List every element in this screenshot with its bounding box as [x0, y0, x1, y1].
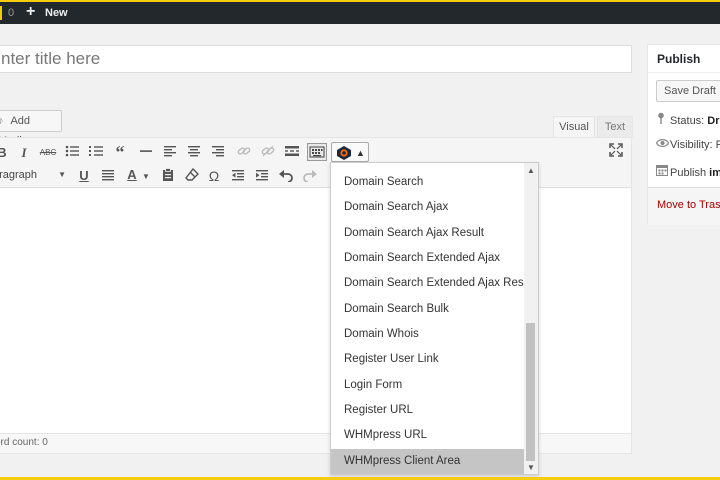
publish-value: im: [709, 167, 720, 179]
eye-icon: [655, 138, 670, 151]
menu-item-whmpress-client-area[interactable]: WHMpress Client Area: [331, 449, 525, 474]
indent-icon[interactable]: [253, 169, 271, 181]
publish-box: Publish Save Draft Status: Dr Visibility…: [647, 44, 720, 225]
align-left-icon[interactable]: [161, 145, 179, 157]
outdent-icon[interactable]: [229, 169, 247, 181]
paste-as-text-icon[interactable]: [159, 168, 177, 182]
blockquote-icon[interactable]: “: [111, 143, 129, 161]
align-center-icon[interactable]: [185, 145, 203, 157]
status-value: Dr: [707, 115, 720, 127]
horizontal-rule-icon[interactable]: [137, 145, 155, 157]
menu-item-domain-search[interactable]: Domain Search: [331, 170, 525, 195]
menu-item-domain-whois[interactable]: Domain Whois: [331, 322, 525, 347]
special-character-icon[interactable]: Ω: [205, 168, 223, 184]
format-select[interactable]: aragraph ▼: [0, 166, 68, 184]
menu-item-login-form[interactable]: Login Form: [331, 373, 525, 398]
scroll-down-icon[interactable]: ▼: [527, 463, 535, 473]
status-label: Status:: [670, 115, 708, 127]
fullscreen-icon[interactable]: [609, 143, 623, 160]
scroll-up-icon[interactable]: ▲: [527, 166, 535, 176]
menu-item-domain-search-ajax-result[interactable]: Domain Search Ajax Result: [331, 221, 525, 246]
scrollbar-thumb[interactable]: [526, 323, 535, 461]
shortcode-dropdown-menu: Domain Search Domain Search Ajax Domain …: [330, 162, 539, 475]
media-icon: ♪: [0, 115, 4, 127]
tab-text[interactable]: Text: [597, 116, 633, 137]
publish-date-row: Publish im: [656, 164, 720, 179]
save-draft-button[interactable]: Save Draft: [656, 80, 720, 102]
text-color-chevron-icon[interactable]: ▼: [137, 169, 155, 185]
whmpress-logo-icon: [337, 146, 351, 160]
align-right-icon[interactable]: [209, 145, 227, 157]
add-media-button[interactable]: ♪ Add Media: [0, 110, 62, 147]
menu-item-domain-search-extended-ajax[interactable]: Domain Search Extended Ajax: [331, 246, 525, 271]
clear-formatting-icon[interactable]: [183, 168, 201, 182]
pin-icon: [656, 112, 670, 127]
tab-visual[interactable]: Visual: [553, 116, 595, 137]
menu-item-register-user-link[interactable]: Register User Link: [331, 347, 525, 372]
menu-item-domain-search-bulk[interactable]: Domain Search Bulk: [331, 297, 525, 322]
toolbar-toggle-button[interactable]: [307, 143, 327, 161]
numbered-list-icon[interactable]: [87, 145, 105, 157]
publish-box-title: Publish: [648, 45, 720, 73]
menu-item-whmpress-url[interactable]: WHMpress URL: [331, 423, 525, 448]
publish-footer: Move to Trash: [648, 187, 720, 225]
format-select-value: aragraph: [0, 169, 38, 181]
plus-icon[interactable]: +: [26, 3, 35, 21]
redo-icon[interactable]: [301, 168, 319, 182]
menu-item-domain-search-extended-ajax-result[interactable]: Domain Search Extended Ajax Result: [331, 271, 525, 296]
comment-count[interactable]: 0: [8, 7, 14, 19]
publish-status-row: Status: Dr: [656, 112, 720, 127]
italic-icon[interactable]: I: [15, 145, 33, 161]
word-count: ord count: 0: [0, 437, 48, 448]
calendar-icon: [656, 164, 670, 179]
caret-up-icon: ▲: [356, 148, 365, 158]
chevron-down-icon: ▼: [58, 170, 66, 179]
admin-bar-marker: [0, 6, 2, 20]
strikethrough-icon[interactable]: ABC: [39, 145, 57, 161]
justify-icon[interactable]: [99, 169, 117, 181]
insert-link-icon[interactable]: [235, 145, 253, 157]
dropdown-scrollbar[interactable]: ▲ ▼: [524, 163, 538, 474]
underline-icon[interactable]: U: [75, 168, 93, 184]
admin-bar: 0 + New: [0, 2, 720, 24]
new-content-link[interactable]: New: [45, 7, 68, 19]
publish-visibility-row: Visibility: P: [655, 138, 720, 151]
remove-link-icon[interactable]: [259, 145, 277, 157]
menu-item-register-url[interactable]: Register URL: [331, 398, 525, 423]
publish-label: Publish: [670, 167, 710, 179]
shortcode-menu-button[interactable]: ▲: [331, 142, 369, 162]
bold-icon[interactable]: B: [0, 145, 11, 161]
keyboard-icon: [309, 146, 325, 158]
bullet-list-icon[interactable]: [63, 145, 81, 157]
undo-icon[interactable]: [277, 168, 295, 182]
post-title-input[interactable]: nter title here: [0, 45, 632, 73]
read-more-icon[interactable]: [283, 145, 301, 157]
visibility-label: Visibility: P: [670, 139, 720, 151]
move-to-trash-link[interactable]: Move to Trash: [657, 199, 720, 211]
menu-item-domain-search-ajax[interactable]: Domain Search Ajax: [331, 195, 525, 220]
